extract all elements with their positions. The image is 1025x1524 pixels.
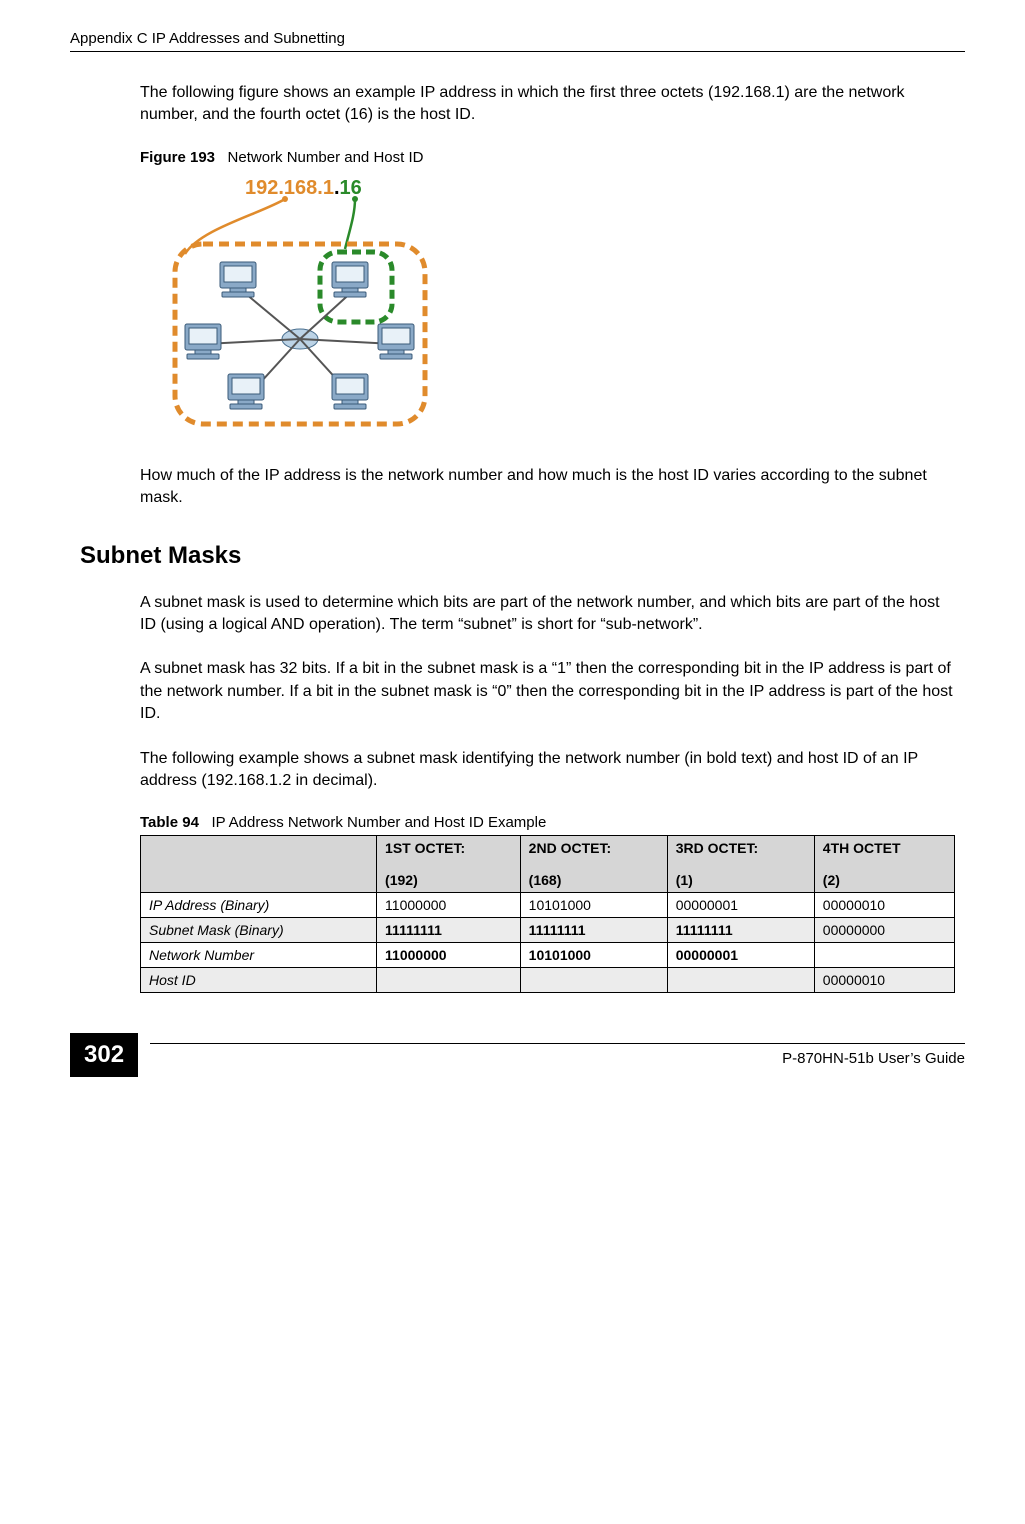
section-paragraph-2: A subnet mask has 32 bits. If a bit in t… bbox=[140, 658, 955, 725]
table-label: Table 94 bbox=[140, 814, 199, 831]
row-label: Network Number bbox=[141, 943, 377, 968]
row-label: Subnet Mask (Binary) bbox=[141, 918, 377, 943]
after-figure-paragraph: How much of the IP address is the networ… bbox=[140, 465, 955, 510]
page-footer: 302 P-870HN-51b User’s Guide bbox=[70, 1033, 965, 1077]
table-row: Network Number 11000000 10101000 0000000… bbox=[141, 943, 955, 968]
section-paragraph-1: A subnet mask is used to determine which… bbox=[140, 592, 955, 637]
table-row: Host ID 00000010 bbox=[141, 968, 955, 993]
row-label: IP Address (Binary) bbox=[141, 893, 377, 918]
figure-title: Network Number and Host ID bbox=[228, 149, 424, 166]
figure-label: Figure 193 bbox=[140, 149, 215, 166]
th-octet-2: 2ND OCTET: (168) bbox=[520, 836, 667, 893]
section-heading-subnet-masks: Subnet Masks bbox=[80, 542, 965, 570]
intro-paragraph: The following figure shows an example IP… bbox=[140, 82, 955, 127]
figure-network-host-id: 192.168.1.16 bbox=[150, 174, 965, 439]
th-octet-4: 4TH OCTET (2) bbox=[814, 836, 954, 893]
th-octet-3: 3RD OCTET: (1) bbox=[667, 836, 814, 893]
footer-guide-title: P-870HN-51b User’s Guide bbox=[150, 1043, 965, 1067]
running-header: Appendix C IP Addresses and Subnetting bbox=[70, 30, 965, 52]
figure-caption: Figure 193 Network Number and Host ID bbox=[140, 149, 955, 166]
row-label: Host ID bbox=[141, 968, 377, 993]
th-octet-1: 1ST OCTET: (192) bbox=[377, 836, 521, 893]
header-left: Appendix C IP Addresses and Subnetting bbox=[70, 30, 345, 47]
table-caption: Table 94 IP Address Network Number and H… bbox=[140, 814, 955, 831]
network-diagram-svg: 192.168.1.16 bbox=[150, 174, 450, 434]
section-paragraph-3: The following example shows a subnet mas… bbox=[140, 748, 955, 793]
th-empty bbox=[141, 836, 377, 893]
ip-address-table: 1ST OCTET: (192) 2ND OCTET: (168) 3RD OC… bbox=[140, 835, 955, 993]
table-row: IP Address (Binary) 11000000 10101000 00… bbox=[141, 893, 955, 918]
page-number: 302 bbox=[70, 1033, 138, 1077]
table-title: IP Address Network Number and Host ID Ex… bbox=[211, 814, 546, 831]
table-row: Subnet Mask (Binary) 11111111 11111111 1… bbox=[141, 918, 955, 943]
svg-text:192.168.1.16: 192.168.1.16 bbox=[245, 177, 362, 199]
